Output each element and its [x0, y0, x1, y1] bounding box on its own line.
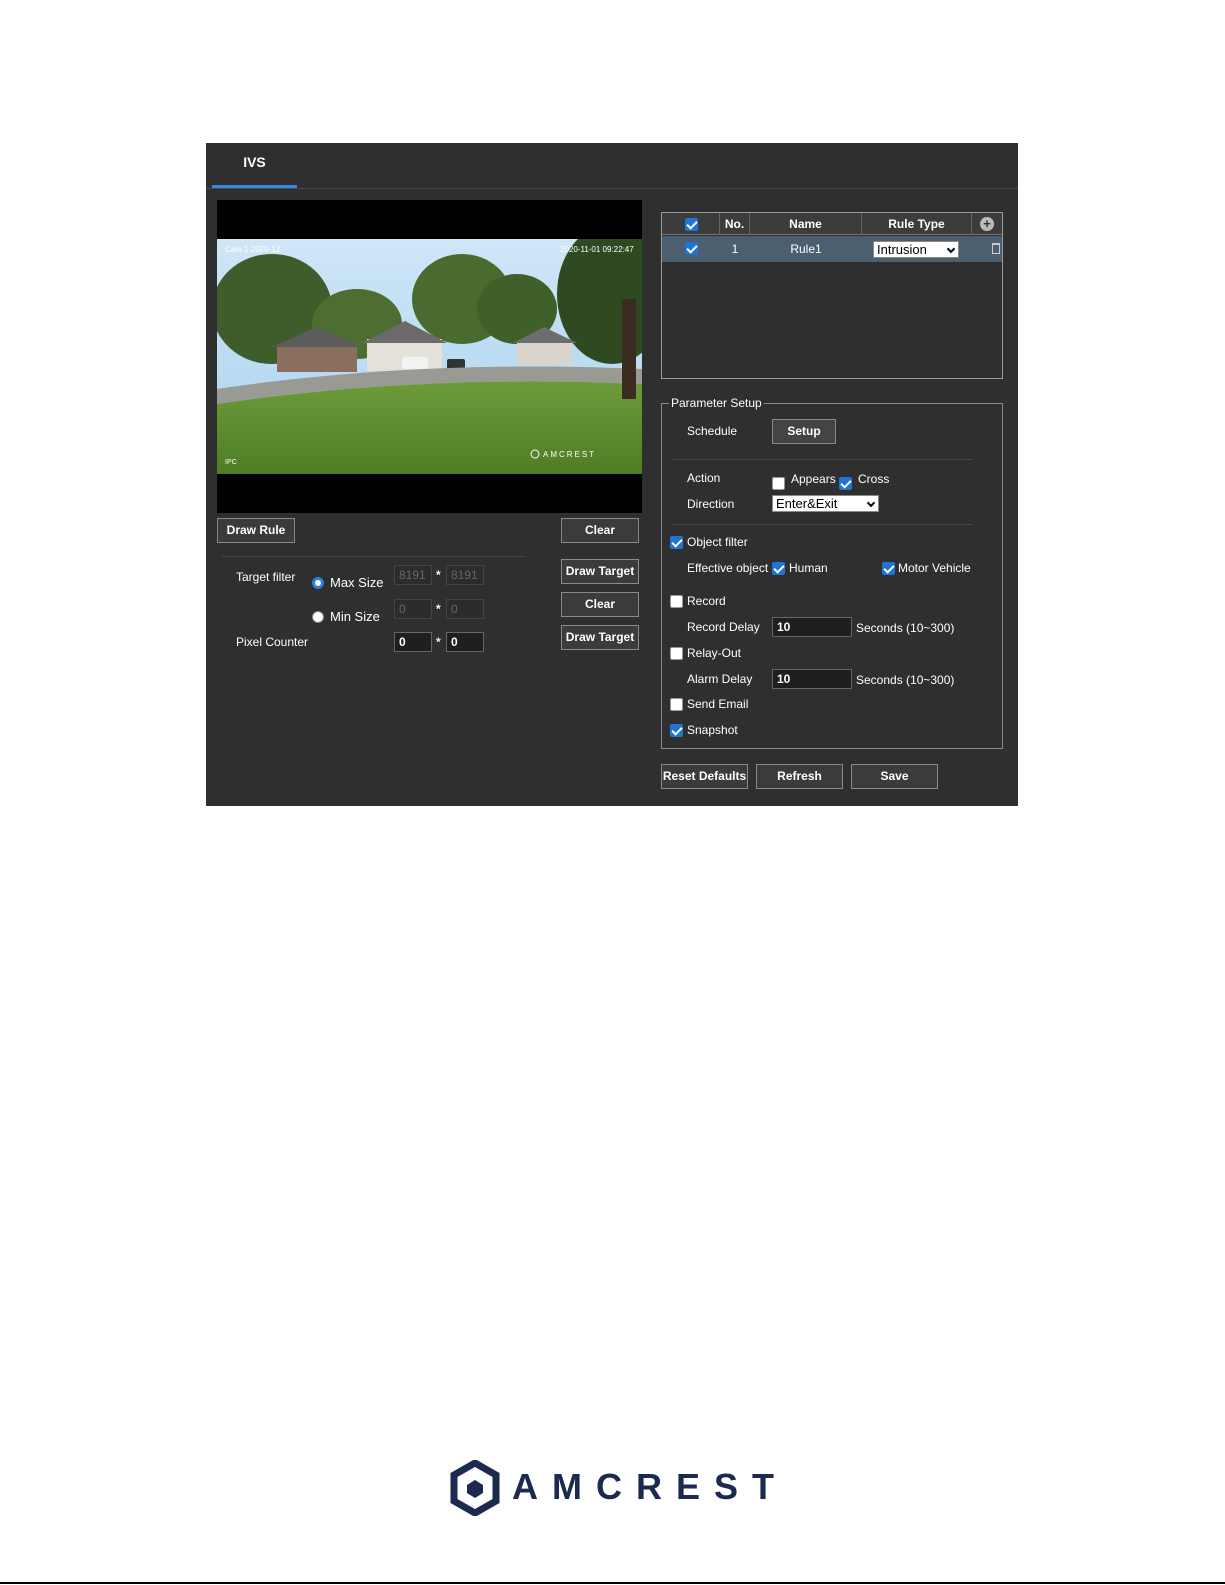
osd-right: 2020-11-01 09:22:47 — [560, 245, 634, 254]
schedule-label: Schedule — [687, 424, 738, 438]
min-width-input[interactable]: 0 — [394, 599, 432, 619]
direction-select[interactable]: Enter&Exit — [772, 495, 879, 512]
min-size-label: Min Size — [330, 609, 380, 624]
chevron-down-icon — [866, 498, 876, 508]
max-size-label: Max Size — [330, 575, 384, 590]
header-no: No. — [720, 213, 750, 235]
refresh-button[interactable]: Refresh — [756, 764, 843, 789]
amcrest-logo: AMCREST — [450, 1460, 780, 1516]
snapshot-checkbox[interactable] — [670, 724, 683, 737]
record-delay-label: Record Delay — [687, 620, 760, 634]
tab-bar: IVS — [206, 143, 1018, 189]
video-preview[interactable]: Cam 1 2020-12 2020-11-01 09:22:47 IPC AM… — [217, 200, 642, 513]
target-filter-label: Target filter — [236, 570, 296, 584]
osd-corner: IPC — [225, 459, 237, 466]
schedule-setup-button[interactable]: Setup — [772, 419, 836, 444]
parameter-setup: Parameter Setup Schedule Setup Action Ap… — [661, 396, 1003, 749]
left-divider — [222, 556, 525, 557]
clear-target-button[interactable]: Clear — [561, 592, 639, 617]
video-watermark: AMCREST — [543, 450, 596, 459]
parameter-setup-legend: Parameter Setup — [669, 396, 764, 410]
send-email-checkbox[interactable] — [670, 698, 683, 711]
reset-defaults-button[interactable]: Reset Defaults — [661, 764, 748, 789]
human-label: Human — [789, 561, 828, 575]
object-filter-label: Object filter — [687, 535, 748, 549]
ivs-panel: IVS Cam 1 2020-12 2020-11-01 09:22:47 IP… — [206, 143, 1018, 806]
max-height-input[interactable]: 8191 — [446, 565, 484, 585]
max-size-separator: * — [436, 568, 441, 582]
relay-out-checkbox[interactable] — [670, 647, 683, 660]
tab-ivs[interactable]: IVS — [212, 143, 297, 188]
appears-label: Appears — [791, 472, 836, 486]
motor-vehicle-label: Motor Vehicle — [898, 561, 971, 575]
draw-target-max-button[interactable]: Draw Target — [561, 559, 639, 584]
header-add-cell: + — [972, 213, 1002, 235]
min-size-radio[interactable] — [312, 611, 324, 623]
send-email-label: Send Email — [687, 697, 749, 711]
min-size-separator: * — [436, 602, 441, 616]
page-bottom-rule — [0, 1582, 1225, 1584]
osd-left: Cam 1 2020-12 — [225, 245, 281, 254]
human-checkbox[interactable] — [772, 562, 785, 575]
max-size-radio[interactable] — [312, 577, 324, 589]
motor-vehicle-checkbox[interactable] — [882, 562, 895, 575]
rule-no: 1 — [731, 242, 739, 256]
record-checkbox[interactable] — [670, 595, 683, 608]
pixel-counter-label: Pixel Counter — [236, 635, 309, 649]
snapshot-label: Snapshot — [687, 723, 738, 737]
header-name: Name — [750, 213, 862, 235]
appears-checkbox[interactable] — [772, 477, 785, 490]
rule-enable-checkbox[interactable] — [685, 242, 698, 255]
object-filter-checkbox[interactable] — [670, 536, 683, 549]
rule-type-select[interactable]: Intrusion — [873, 241, 959, 258]
rule-table-header: No. Name Rule Type + — [662, 213, 1002, 235]
min-height-input[interactable]: 0 — [446, 599, 484, 619]
record-delay-unit: Seconds (10~300) — [856, 621, 955, 635]
effective-object-label: Effective object — [687, 561, 769, 575]
camera-scene: Cam 1 2020-12 2020-11-01 09:22:47 IPC AM… — [217, 239, 642, 474]
delete-rule-icon[interactable] — [992, 243, 1000, 254]
relay-out-label: Relay-Out — [687, 646, 742, 660]
header-select-cell — [662, 213, 720, 235]
pixel-height-input[interactable]: 0 — [446, 632, 484, 652]
record-label: Record — [687, 594, 726, 608]
direction-value: Enter&Exit — [776, 496, 838, 511]
amcrest-hex-icon — [450, 1460, 500, 1516]
rule-type-value: Intrusion — [877, 242, 927, 257]
action-label: Action — [687, 471, 721, 485]
max-width-input[interactable]: 8191 — [394, 565, 432, 585]
cross-label: Cross — [858, 472, 890, 486]
rule-name[interactable]: Rule1 — [750, 236, 862, 262]
header-rule-type: Rule Type — [862, 213, 972, 235]
pixel-separator: * — [436, 635, 441, 649]
rule-table: No. Name Rule Type + 1 Rule1 Intrusion — [661, 212, 1003, 379]
record-delay-input[interactable]: 10 — [772, 617, 852, 637]
amcrest-wordmark: AMCREST — [512, 1466, 788, 1507]
select-all-checkbox[interactable] — [685, 218, 698, 231]
alarm-delay-unit: Seconds (10~300) — [856, 673, 955, 687]
save-button[interactable]: Save — [851, 764, 938, 789]
clear-rule-button[interactable]: Clear — [561, 518, 639, 543]
draw-rule-button[interactable]: Draw Rule — [217, 518, 295, 543]
chevron-down-icon — [946, 244, 956, 254]
alarm-delay-input[interactable]: 10 — [772, 669, 852, 689]
alarm-delay-label: Alarm Delay — [687, 672, 753, 686]
cross-checkbox[interactable] — [839, 477, 852, 490]
add-rule-icon[interactable]: + — [980, 217, 994, 231]
divider-2 — [672, 524, 972, 525]
pixel-width-input[interactable]: 0 — [394, 632, 432, 652]
direction-label: Direction — [687, 497, 735, 511]
table-row[interactable]: 1 Rule1 Intrusion — [662, 236, 1002, 262]
divider-1 — [672, 459, 972, 460]
draw-target-pixel-button[interactable]: Draw Target — [561, 625, 639, 650]
